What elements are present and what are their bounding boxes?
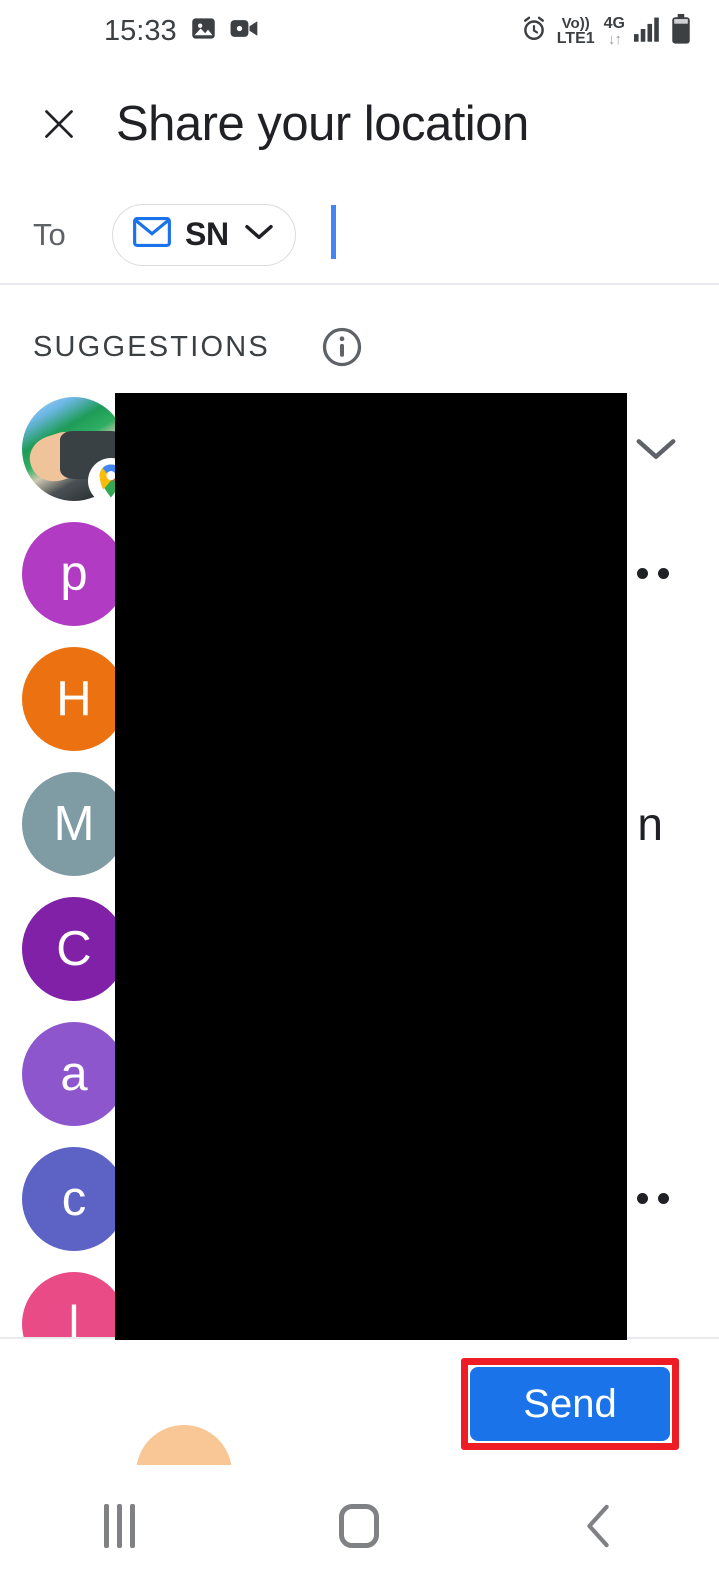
close-button[interactable] bbox=[36, 101, 82, 147]
app-header: Share your location bbox=[0, 62, 719, 186]
expand-row-button[interactable] bbox=[633, 426, 679, 472]
battery-icon bbox=[671, 13, 691, 49]
network-indicator: 4G ↓↑ bbox=[603, 14, 625, 48]
status-bar-left: 15:33 bbox=[104, 0, 259, 62]
home-button[interactable] bbox=[299, 1486, 419, 1566]
video-camera-icon bbox=[230, 15, 259, 47]
back-button[interactable] bbox=[539, 1486, 659, 1566]
phone-screen: 15:33 Vo)) LTE1 4G ↓↑ Share your locatio… bbox=[0, 0, 719, 1587]
avatar-initial: c bbox=[61, 1171, 87, 1226]
avatar-initial: M bbox=[53, 796, 95, 851]
avatar: c bbox=[22, 1146, 126, 1251]
avatar-initial: C bbox=[56, 921, 92, 976]
close-icon bbox=[45, 110, 73, 138]
volte-indicator: Vo)) LTE1 bbox=[557, 16, 595, 47]
chevron-down-icon[interactable] bbox=[243, 222, 275, 247]
avatar: p bbox=[22, 521, 126, 626]
alarm-clock-icon bbox=[520, 15, 548, 48]
info-icon[interactable] bbox=[320, 325, 364, 369]
to-label: To bbox=[33, 216, 66, 252]
recents-icon bbox=[104, 1504, 136, 1548]
suggestions-header: SUGGESTIONS bbox=[0, 310, 719, 384]
avatar: M bbox=[22, 771, 126, 876]
android-nav-bar bbox=[0, 1465, 719, 1587]
network-label: 4G bbox=[603, 14, 625, 32]
avatar: l bbox=[22, 1271, 126, 1338]
avatar: H bbox=[22, 646, 126, 751]
volte-bottom-label: LTE1 bbox=[556, 29, 595, 47]
avatar: C bbox=[22, 896, 126, 1001]
avatar-initial: a bbox=[60, 1046, 88, 1101]
status-time: 15:33 bbox=[104, 14, 177, 47]
data-transfer-arrows-icon: ↓↑ bbox=[607, 30, 622, 48]
text-input-caret bbox=[331, 205, 336, 259]
volte-top-label: Vo)) bbox=[561, 14, 590, 32]
envelope-icon bbox=[133, 217, 171, 252]
to-field-row[interactable]: To SN bbox=[0, 186, 719, 283]
status-bar: 15:33 Vo)) LTE1 4G ↓↑ bbox=[0, 0, 719, 62]
suggestions-label: SUGGESTIONS bbox=[33, 330, 270, 363]
to-field-divider bbox=[0, 283, 719, 285]
avatar-initial: H bbox=[56, 671, 92, 726]
home-icon bbox=[339, 1504, 380, 1548]
send-button[interactable]: Send bbox=[470, 1367, 670, 1441]
recents-button[interactable] bbox=[60, 1486, 180, 1566]
signal-bars-icon bbox=[634, 16, 662, 47]
redaction-overlay bbox=[115, 393, 627, 1340]
chevron-down-icon bbox=[636, 438, 676, 459]
recipient-name: SN bbox=[185, 216, 229, 252]
back-icon bbox=[587, 1504, 609, 1548]
status-bar-right: Vo)) LTE1 4G ↓↑ bbox=[520, 0, 691, 62]
recipient-chip[interactable]: SN bbox=[112, 203, 296, 266]
avatar: a bbox=[22, 1021, 126, 1126]
image-icon bbox=[190, 15, 217, 47]
avatar-initial: l bbox=[68, 1296, 80, 1338]
list-item-label: n bbox=[637, 797, 663, 850]
page-title: Share your location bbox=[116, 97, 529, 151]
avatar-initial: p bbox=[60, 546, 88, 601]
